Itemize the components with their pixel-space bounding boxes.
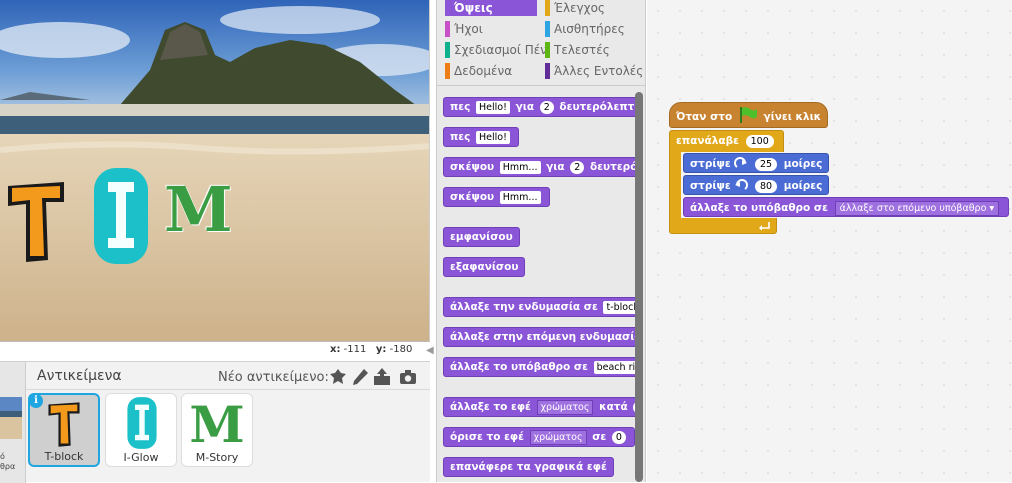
category-control[interactable]: Έλεγχος [545,0,605,16]
rotate-right-icon [734,157,748,168]
green-flag-icon [739,107,757,123]
block-palette: Όψεις Έλεγχος Ήχοι Αισθητήρες Σχεδιασμοί… [436,0,646,482]
scripts-area[interactable]: Όταν στο γίνει κλικ επανάλαβε 100 στρίψε… [647,0,1012,482]
loop-arrow-icon [759,222,770,230]
block-repeat[interactable]: επανάλαβε 100 [669,130,784,152]
sprite-thumb-i-graphic [127,397,157,449]
x-value: -111 [343,344,367,355]
sprite-name: M-Story [195,451,239,464]
info-icon[interactable]: i [29,394,43,408]
stage-backdrop-beach [0,0,429,341]
sprite-thumb-t-graphic [48,402,80,447]
sprite-t-block[interactable] [4,176,68,266]
block-set-effect[interactable]: όρισε το εφέ χρώματος σε 0 [443,427,635,447]
sprites-title: Αντικείμενα [37,368,122,384]
sprite-thumb-m-story[interactable]: M M-Story [181,393,253,467]
stage[interactable]: M [0,0,430,342]
category-sensing[interactable]: Αισθητήρες [545,21,625,37]
block-switch-backdrop[interactable]: άλλαξε το υπόβαθρο σε beach rio [443,357,639,377]
backdrop-dropdown[interactable]: άλλαξε στο επόμενο υπόβαθρο ▾ [834,201,1000,216]
collapse-arrow-icon[interactable]: ◀ [426,345,434,357]
block-hide[interactable]: εξαφανίσου [443,257,526,277]
upload-sprite-icon[interactable] [372,367,392,387]
sprite-thumb-t-block[interactable]: i T-block [28,393,100,467]
camera-sprite-icon[interactable] [398,367,418,387]
block-next-costume[interactable]: άλλαξε στην επόμενη ενδυμασία [443,327,639,347]
sprite-name: I-Glow [123,451,159,464]
block-change-effect[interactable]: άλλαξε το εφέ χρώματος κατά 25 [443,397,639,417]
block-clear-effects[interactable]: επανάφερε τα γραφικά εφέ [443,457,614,477]
block-switch-costume[interactable]: άλλαξε την ενδυμασία σε t-block [443,297,639,317]
block-turn-left[interactable]: στρίψε 80 μοίρες [683,175,830,195]
block-think[interactable]: σκέψου Hmm... [443,187,550,207]
sprite-name: T-block [44,450,84,463]
block-when-flag-clicked[interactable]: Όταν στο γίνει κλικ [669,102,829,128]
rotate-left-icon [735,179,749,190]
sprite-thumb-i-glow[interactable]: I-Glow [105,393,177,467]
block-turn-right[interactable]: στρίψε 25 μοίρες [683,153,830,173]
block-show[interactable]: εμφανίσου [443,227,520,247]
sprite-thumb-m-graphic: M [189,395,245,454]
y-value: -180 [389,344,413,355]
sprite-m-story[interactable]: M [164,178,233,242]
palette-scrollbar[interactable] [635,92,643,482]
stage-thumb-label: ό θρα [0,452,16,471]
category-data[interactable]: Δεδομένα [445,63,512,79]
category-operators[interactable]: Τελεστές [545,42,610,58]
stage-thumbnail[interactable]: ό θρα [0,362,26,483]
repeat-body-arm [669,151,681,219]
block-think-for-secs[interactable]: σκέψου Hmm... για 2 δευτερόλεπτα [443,157,639,177]
sprite-pane: ό θρα Αντικείμενα Νέο αντικείμενο: i T-b… [0,361,430,483]
category-pen[interactable]: Σχεδιασμοί Πένας [445,42,545,58]
category-more-blocks[interactable]: Άλλες Εντολές [545,63,643,79]
new-sprite-label: Νέο αντικείμενο: [218,370,329,385]
paint-new-sprite-icon[interactable] [350,367,370,387]
block-switch-backdrop-script[interactable]: άλλαξε το υπόβαθρο σε άλλαξε στο επόμενο… [683,197,1010,217]
sprite-i-glow[interactable] [90,166,152,266]
repeat-footer [669,218,777,234]
choose-sprite-from-library-icon[interactable] [328,367,348,387]
block-say-for-secs[interactable]: πες Hello! για 2 δευτερόλεπτα [443,97,639,117]
category-looks[interactable]: Όψεις [445,0,537,16]
category-sound[interactable]: Ήχοι [445,21,483,37]
block-say[interactable]: πες Hello! [443,127,519,147]
mouse-coordinates: x: -111 y: -180 [330,344,413,355]
